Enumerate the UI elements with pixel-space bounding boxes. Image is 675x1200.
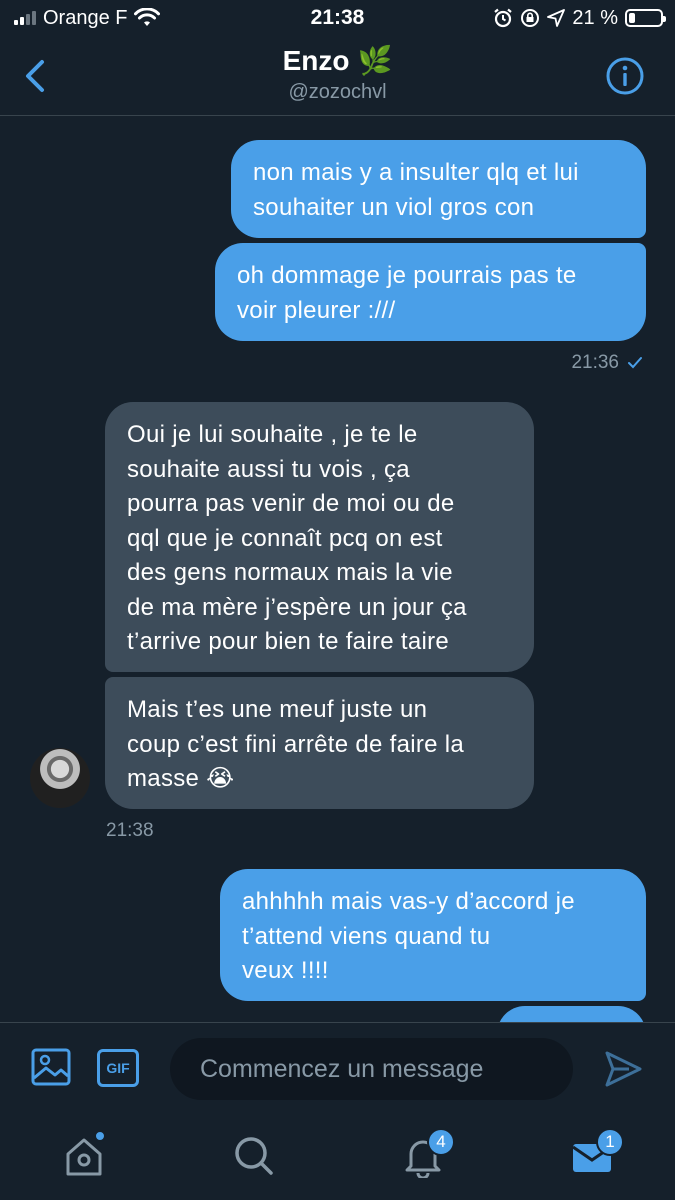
- message-bubble-sent[interactable]: non mais y a insulter qlq et lui souhait…: [231, 140, 646, 238]
- image-icon[interactable]: [31, 1048, 71, 1086]
- contact-name-row: Enzo 🌿: [283, 44, 393, 77]
- message-input[interactable]: Commencez un message: [170, 1038, 573, 1100]
- carrier-label: Orange F: [43, 6, 128, 29]
- signal-icon: [14, 11, 36, 25]
- home-new-dot: [94, 1130, 106, 1142]
- sent-timestamp: 21:36: [571, 352, 643, 374]
- location-icon: [547, 9, 566, 27]
- status-right: 21 %: [493, 6, 666, 30]
- message-bubble-sent[interactable]: oh dommage je pourrais pas te voir pleur…: [215, 243, 646, 341]
- info-icon[interactable]: [605, 56, 645, 96]
- tab-home[interactable]: [62, 1130, 106, 1178]
- received-timestamp: 21:38: [106, 820, 154, 841]
- gif-button[interactable]: GIF: [97, 1049, 139, 1087]
- message-bubble-received[interactable]: Oui je lui souhaite , je te le souhaite …: [105, 402, 534, 672]
- conversation-title[interactable]: Enzo 🌿 @zozochvl: [0, 44, 675, 104]
- sent-time: 21:36: [571, 352, 619, 373]
- tab-search[interactable]: [232, 1134, 276, 1178]
- message-composer: GIF Commencez un message: [0, 1022, 675, 1114]
- battery-level: [629, 13, 636, 23]
- rotation-lock-icon: [521, 9, 540, 27]
- message-bubble-sent[interactable]: ahhhhh mais vas-y d’accord je t’attend v…: [220, 869, 646, 1001]
- status-left: Orange F: [14, 6, 161, 30]
- search-icon: [235, 1137, 273, 1175]
- wifi-icon: [134, 8, 161, 26]
- battery-percent: 21 %: [572, 6, 618, 29]
- read-check-icon: [628, 357, 642, 369]
- notifications-badge: 4: [427, 1128, 455, 1156]
- message-bubble-received[interactable]: Mais t’es une meuf juste un coup c’est f…: [105, 677, 534, 809]
- status-bar: Orange F 21:38 21 %: [0, 0, 675, 36]
- avatar[interactable]: [30, 748, 90, 808]
- conversation-header: Enzo 🌿 @zozochvl: [0, 36, 675, 116]
- messages-badge: 1: [596, 1128, 624, 1156]
- alarm-icon: [494, 8, 513, 28]
- contact-name: Enzo: [282, 44, 350, 76]
- battery-icon: [625, 9, 666, 27]
- tab-bar: 4 1: [0, 1114, 675, 1200]
- tab-messages[interactable]: 1: [570, 1128, 624, 1178]
- contact-handle: @zozochvl: [288, 81, 387, 103]
- contact-emoji: 🌿: [357, 45, 393, 76]
- tab-notifications[interactable]: 4: [401, 1128, 455, 1180]
- send-icon[interactable]: [603, 1049, 643, 1089]
